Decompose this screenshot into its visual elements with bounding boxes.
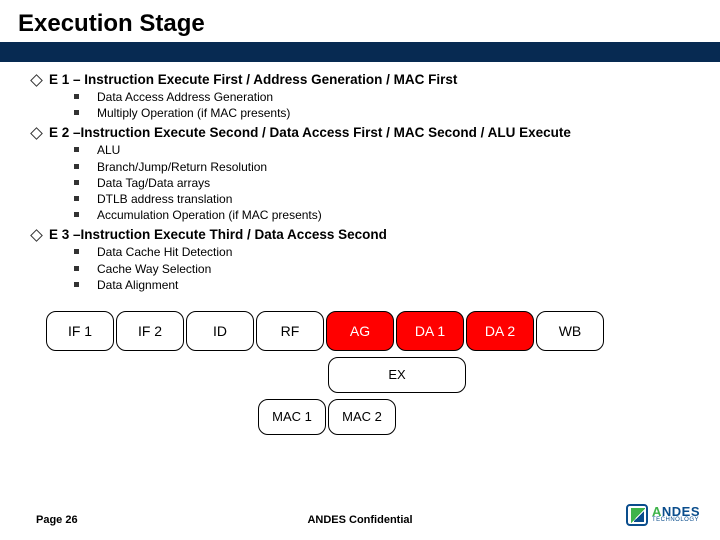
footer: Page 26 ANDES Confidential ANDES TECHNOL… (0, 514, 720, 526)
list-item: Cache Way Selection (74, 261, 688, 277)
list-item: Data Tag/Data arrays (74, 175, 688, 191)
pipeline-stage-highlight: AG (326, 311, 394, 351)
square-bullet-icon (74, 94, 79, 99)
confidential-label: ANDES Confidential (307, 514, 412, 526)
item-text: Data Alignment (97, 277, 178, 293)
pipeline-stage: MAC 2 (328, 399, 396, 435)
pipeline-stage: IF 1 (46, 311, 114, 351)
square-bullet-icon (74, 110, 79, 115)
andes-logo: ANDES TECHNOLOGY (626, 504, 700, 526)
pipeline-stage: EX (328, 357, 466, 393)
pipeline-stage: WB (536, 311, 604, 351)
title-underline (0, 42, 720, 62)
item-text: Data Access Address Generation (97, 89, 273, 105)
section-title: E 1 – Instruction Execute First / Addres… (49, 72, 457, 87)
page-title: Execution Stage (18, 10, 720, 38)
diamond-bullet-icon (30, 74, 43, 87)
pipeline-stage: IF 2 (116, 311, 184, 351)
square-bullet-icon (74, 212, 79, 217)
list-item: Data Alignment (74, 277, 688, 293)
content-area: E 1 – Instruction Execute First / Addres… (0, 62, 720, 435)
item-text: Multiply Operation (if MAC presents) (97, 105, 290, 121)
section-head: E 3 –Instruction Execute Third / Data Ac… (32, 227, 688, 242)
section-title: E 2 –Instruction Execute Second / Data A… (49, 125, 571, 140)
item-text: Branch/Jump/Return Resolution (97, 159, 267, 175)
item-text: Accumulation Operation (if MAC presents) (97, 207, 322, 223)
page-number: Page 26 (36, 514, 78, 526)
section-head: E 1 – Instruction Execute First / Addres… (32, 72, 688, 87)
list-item: Branch/Jump/Return Resolution (74, 159, 688, 175)
item-text: Data Cache Hit Detection (97, 244, 232, 260)
pipeline-stage: RF (256, 311, 324, 351)
item-text: Cache Way Selection (97, 261, 211, 277)
list-item: Data Access Address Generation (74, 89, 688, 105)
pipeline-row-2: EX (328, 357, 688, 393)
square-bullet-icon (74, 180, 79, 185)
list-item: DTLB address translation (74, 191, 688, 207)
logo-text-sub: TECHNOLOGY (652, 518, 700, 523)
item-text: Data Tag/Data arrays (97, 175, 210, 191)
square-bullet-icon (74, 147, 79, 152)
pipeline-row-3: MAC 1 MAC 2 (258, 399, 688, 435)
list-item: Data Cache Hit Detection (74, 244, 688, 260)
square-bullet-icon (74, 164, 79, 169)
list-item: Multiply Operation (if MAC presents) (74, 105, 688, 121)
diamond-bullet-icon (30, 229, 43, 242)
list-item: Accumulation Operation (if MAC presents) (74, 207, 688, 223)
square-bullet-icon (74, 266, 79, 271)
pipeline-stage-highlight: DA 2 (466, 311, 534, 351)
square-bullet-icon (74, 282, 79, 287)
square-bullet-icon (74, 196, 79, 201)
pipeline-row-1: IF 1 IF 2 ID RF AG DA 1 DA 2 WB (46, 311, 688, 351)
square-bullet-icon (74, 249, 79, 254)
section-title: E 3 –Instruction Execute Third / Data Ac… (49, 227, 387, 242)
list-item: ALU (74, 142, 688, 158)
pipeline-stage-highlight: DA 1 (396, 311, 464, 351)
logo-mark-icon (626, 504, 648, 526)
item-text: ALU (97, 142, 120, 158)
diamond-bullet-icon (30, 128, 43, 141)
item-text: DTLB address translation (97, 191, 232, 207)
section-head: E 2 –Instruction Execute Second / Data A… (32, 125, 688, 140)
pipeline-stage: ID (186, 311, 254, 351)
pipeline-stage: MAC 1 (258, 399, 326, 435)
